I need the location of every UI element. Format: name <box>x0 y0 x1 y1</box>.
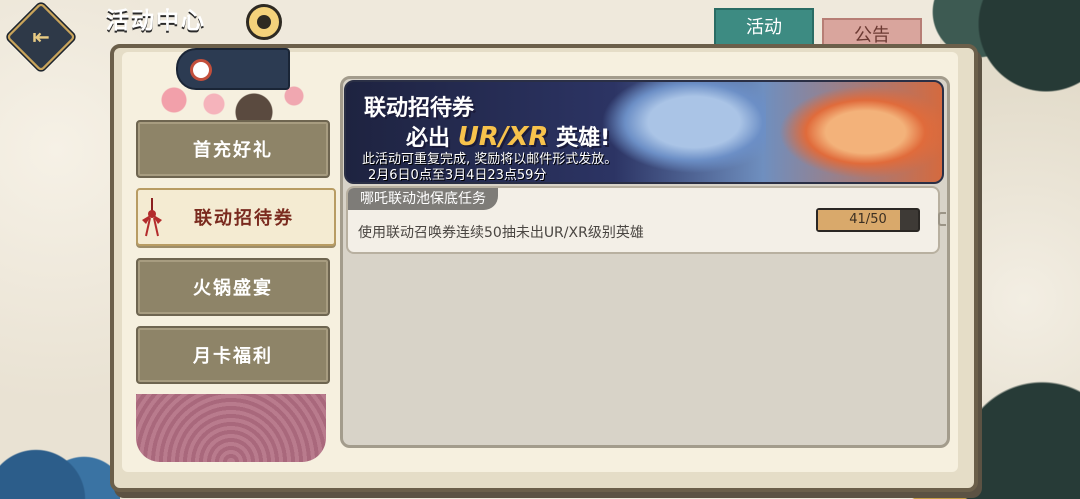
back-arrow-icon: ⇤ <box>32 24 50 50</box>
sidebar-wave-decor <box>136 394 326 462</box>
koinobori-icon <box>176 48 290 90</box>
title-medallion-icon <box>246 4 282 40</box>
task-description: 使用联动召唤券连续50抽未出UR/XR级别英雄 <box>358 225 644 241</box>
sidebar-item-hotpot-feast[interactable]: 火锅盛宴 <box>136 258 330 316</box>
wave-decor <box>0 389 120 499</box>
sidebar-item-collab-ticket[interactable]: 联动招待券 <box>136 188 336 246</box>
task-progress-text: 41/50 <box>849 212 887 227</box>
sidebar: 首充好礼 联动招待券 火锅盛宴 月卡福利 <box>130 80 336 462</box>
ribbon-knot-icon <box>142 198 162 237</box>
hero-art-orange <box>772 82 942 182</box>
sidebar-item-first-recharge[interactable]: 首充好礼 <box>136 120 330 178</box>
banner-title: 联动招待券 <box>364 96 475 121</box>
page-title: 活动中心 <box>100 4 246 38</box>
hero-art-blue <box>586 82 766 182</box>
sidebar-item-label: 联动招待券 <box>194 208 294 229</box>
sidebar-item-monthly-card[interactable]: 月卡福利 <box>136 326 330 384</box>
event-banner: 联动招待券 必出 UR/XR 英雄! 此活动可重复完成, 奖励将以邮件形式发放。… <box>344 80 944 184</box>
banner-time: 2月6日0点至3月4日23点59分 <box>368 168 547 183</box>
task-header: 哪吒联动池保底任务 <box>348 188 498 210</box>
task-progress-bar: 41/50 <box>816 208 920 232</box>
task-card: 哪吒联动池保底任务 使用联动召唤券连续50抽未出UR/XR级别英雄 41/50 <box>346 186 940 254</box>
scroll-indicator <box>938 212 946 226</box>
